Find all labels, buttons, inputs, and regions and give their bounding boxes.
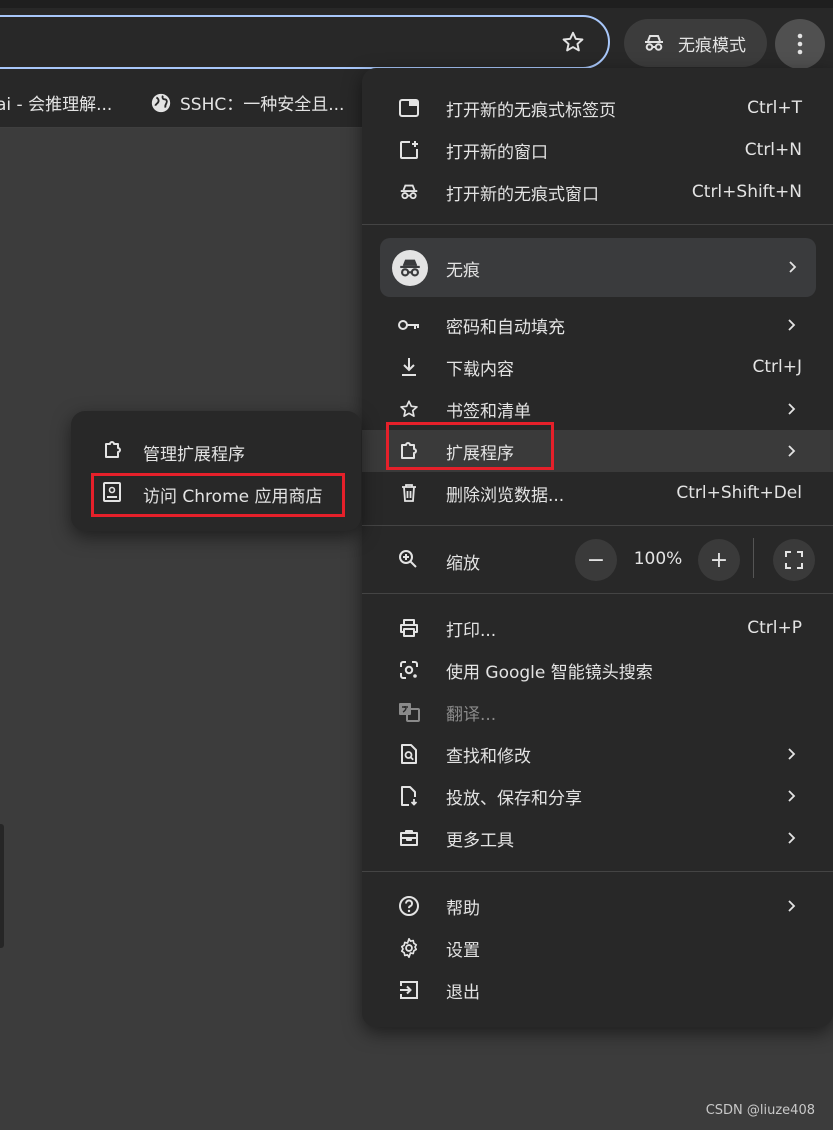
menu-divider [362,525,833,526]
puzzle-icon [103,440,125,462]
menu-item-exit[interactable]: 退出 [362,969,833,1011]
chevron-right-icon [788,748,796,760]
bookmark-item[interactable]: SSHC：一种安全且... [150,90,344,115]
menu-item-find-edit[interactable]: 查找和修改 [362,733,833,775]
globe-icon [151,93,171,112]
bookmark-item[interactable]: ai - 会推理解... [0,90,112,115]
chevron-right-icon [788,832,796,844]
more-menu-button[interactable] [775,19,825,69]
star-icon [398,398,420,420]
key-icon [398,314,420,336]
zoom-in-button[interactable]: + [698,539,740,581]
menu-item-new-window[interactable]: 打开新的窗口 Ctrl+N [362,129,833,171]
shortcut-label: Ctrl+P [747,618,802,638]
new-window-icon [398,139,420,161]
menu-item-more-tools[interactable]: 更多工具 [362,817,833,859]
menu-item-help[interactable]: 帮助 [362,885,833,927]
kebab-icon [797,33,803,55]
menu-item-clear-browsing-data[interactable]: 删除浏览数据... Ctrl+Shift+Del [362,472,833,514]
menu-item-passwords[interactable]: 密码和自动填充 [362,304,833,346]
shortcut-label: Ctrl+Shift+N [691,182,802,202]
menu-divider [362,593,833,594]
translate-icon [398,701,420,723]
menu-item-downloads[interactable]: 下载内容 Ctrl+J [362,346,833,388]
incognito-icon [400,259,420,277]
chevron-right-icon [788,403,796,415]
menu-item-new-incognito-tab[interactable]: 打开新的无痕式标签页 Ctrl+T [362,87,833,129]
menu-divider [362,224,833,225]
menu-item-google-lens[interactable]: 使用 Google 智能镜头搜索 [362,649,833,691]
zoom-out-button[interactable]: − [575,539,617,581]
trash-icon [398,482,420,504]
zoom-level: 100% [633,549,683,569]
zoom-icon [398,549,418,569]
toolbox-icon [398,827,420,849]
chevron-right-icon [788,790,796,802]
incognito-mode-label: 无痕模式 [678,35,746,56]
chevron-right-icon [788,900,796,912]
address-bar[interactable] [0,15,610,69]
cast-icon [398,785,420,807]
menu-divider [362,871,833,872]
zoom-divider [753,538,754,578]
highlight-box-extensions [386,422,554,470]
avatar [392,250,428,286]
incognito-icon [645,35,663,51]
chevron-right-icon [788,445,796,457]
chrome-main-menu: 打开新的无痕式标签页 Ctrl+T 打开新的窗口 Ctrl+N 打开新的无痕式窗… [362,68,833,1027]
side-panel-tab[interactable] [0,824,4,948]
window-top-strip [0,0,833,8]
chevron-right-icon [788,319,796,331]
download-icon [398,356,420,378]
menu-item-translate: 翻译... [362,691,833,733]
shortcut-label: Ctrl+T [747,98,802,118]
menu-item-print[interactable]: 打印... Ctrl+P [362,607,833,649]
find-icon [398,743,420,765]
highlight-box-web-store [91,473,345,517]
fullscreen-icon [785,551,803,569]
printer-icon [398,617,420,639]
incognito-icon [398,181,420,203]
chevron-right-icon [789,261,797,273]
watermark: CSDN @liuze408 [705,1103,815,1118]
help-icon [398,895,420,917]
new-tab-icon [398,97,420,119]
submenu-item-manage-extensions[interactable]: 管理扩展程序 [71,430,361,472]
menu-item-settings[interactable]: 设置 [362,927,833,969]
shortcut-label: Ctrl+J [752,357,802,377]
zoom-control-row: 缩放 − 100% + [362,534,833,586]
fullscreen-button[interactable] [773,539,815,581]
exit-icon [398,979,420,1001]
shortcut-label: Ctrl+Shift+Del [676,483,802,503]
bookmark-star-icon[interactable] [560,29,586,55]
menu-item-new-incognito-window[interactable]: 打开新的无痕式窗口 Ctrl+Shift+N [362,171,833,213]
gear-icon [398,937,420,959]
menu-item-cast-save-share[interactable]: 投放、保存和分享 [362,775,833,817]
shortcut-label: Ctrl+N [744,140,802,160]
profile-incognito-row[interactable]: 无痕 [380,238,816,297]
incognito-mode-button[interactable]: 无痕模式 [624,19,767,67]
lens-icon [398,659,420,681]
